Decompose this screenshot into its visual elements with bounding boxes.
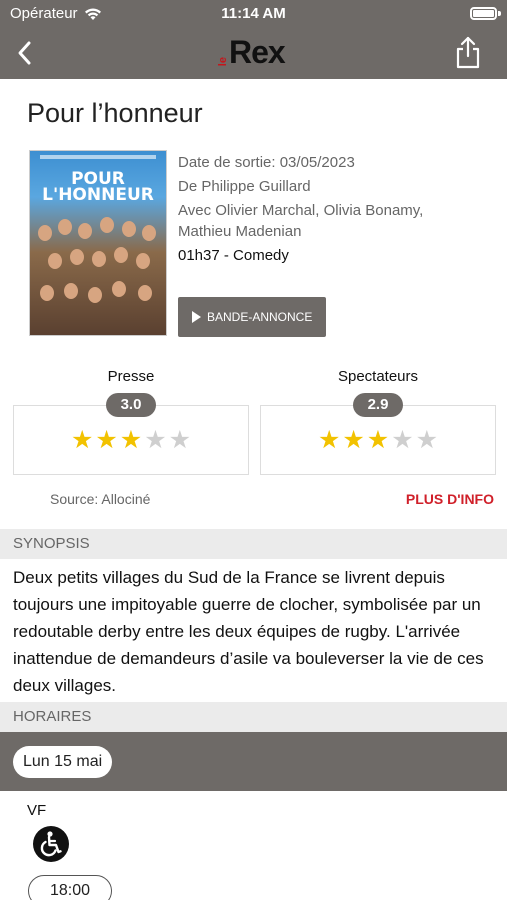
rating-source: Source: Allociné	[50, 491, 151, 507]
poster-crowd	[30, 205, 166, 335]
audience-rating-label: Spectateurs	[337, 368, 419, 385]
audience-score-badge: 2.9	[353, 393, 403, 417]
movie-title: Pour l’honneur	[27, 98, 203, 128]
back-button[interactable]	[8, 36, 42, 70]
trailer-button-label: BANDE-ANNONCE	[207, 310, 313, 324]
synopsis-text: Deux petits villages du Sud de la France…	[13, 568, 484, 695]
star-filled-icon: ★	[95, 425, 118, 454]
star-empty-icon: ★	[144, 425, 167, 454]
poster-strip	[40, 155, 156, 159]
press-stars: ★ ★ ★ ★ ★	[70, 425, 192, 454]
cast: Avec Olivier Marchal, Olivia Bonamy, Mat…	[178, 202, 424, 240]
trailer-button[interactable]: BANDE-ANNONCE	[178, 297, 326, 337]
movie-info: Date de sortie: 03/05/2023 De Philippe G…	[178, 152, 478, 266]
synopsis-header: SYNOPSIS	[0, 529, 507, 559]
schedule-header: HORAIRES	[0, 702, 507, 732]
app-logo: le Rex	[217, 34, 286, 70]
chevron-left-icon	[18, 41, 31, 65]
date-pill-selected[interactable]: Lun 15 mai	[13, 746, 113, 778]
duration-genre: 01h37 - Comedy	[178, 247, 289, 264]
press-rating: Presse 3.0 ★ ★ ★ ★ ★	[13, 368, 249, 475]
share-icon	[456, 36, 480, 69]
nav-bar: le Rex	[0, 28, 507, 79]
share-button[interactable]	[451, 34, 485, 72]
star-empty-icon: ★	[168, 425, 192, 454]
audience-stars: ★ ★ ★ ★ ★	[317, 425, 439, 454]
director: De Philippe Guillard	[178, 178, 311, 195]
clock: 11:14 AM	[221, 5, 286, 22]
date-selector-bar: Lun 15 mai	[0, 732, 507, 791]
audience-rating: Spectateurs 2.9 ★ ★ ★ ★ ★	[260, 368, 496, 475]
movie-poster: POUR L'HONNEUR	[29, 150, 167, 336]
press-score-badge: 3.0	[106, 393, 156, 417]
audience-rating-box: 2.9 ★ ★ ★ ★ ★	[260, 393, 496, 475]
star-filled-icon: ★	[119, 425, 143, 454]
star-filled-icon: ★	[317, 425, 341, 454]
version-label: VF	[27, 802, 47, 819]
logo-text: Rex	[229, 34, 286, 70]
star-filled-icon: ★	[70, 425, 94, 454]
battery-tip	[498, 11, 501, 16]
release-date: Date de sortie: 03/05/2023	[178, 154, 355, 171]
star-filled-icon: ★	[342, 425, 365, 454]
star-filled-icon: ★	[366, 425, 390, 454]
play-icon	[192, 311, 201, 323]
battery-icon	[470, 7, 497, 20]
star-empty-icon: ★	[415, 425, 439, 454]
poster-title: POUR L'HONNEUR	[42, 169, 154, 205]
status-bar: Opérateur 11:14 AM	[0, 0, 507, 28]
more-info-link[interactable]: PLUS D'INFO	[406, 491, 494, 507]
showtime-button[interactable]: 18:00	[28, 875, 112, 900]
star-empty-icon: ★	[391, 425, 414, 454]
press-rating-label: Presse	[107, 368, 155, 385]
wheelchair-icon	[33, 826, 69, 862]
press-rating-box: 3.0 ★ ★ ★ ★ ★	[13, 393, 249, 475]
logo-small-text: le	[217, 56, 229, 66]
